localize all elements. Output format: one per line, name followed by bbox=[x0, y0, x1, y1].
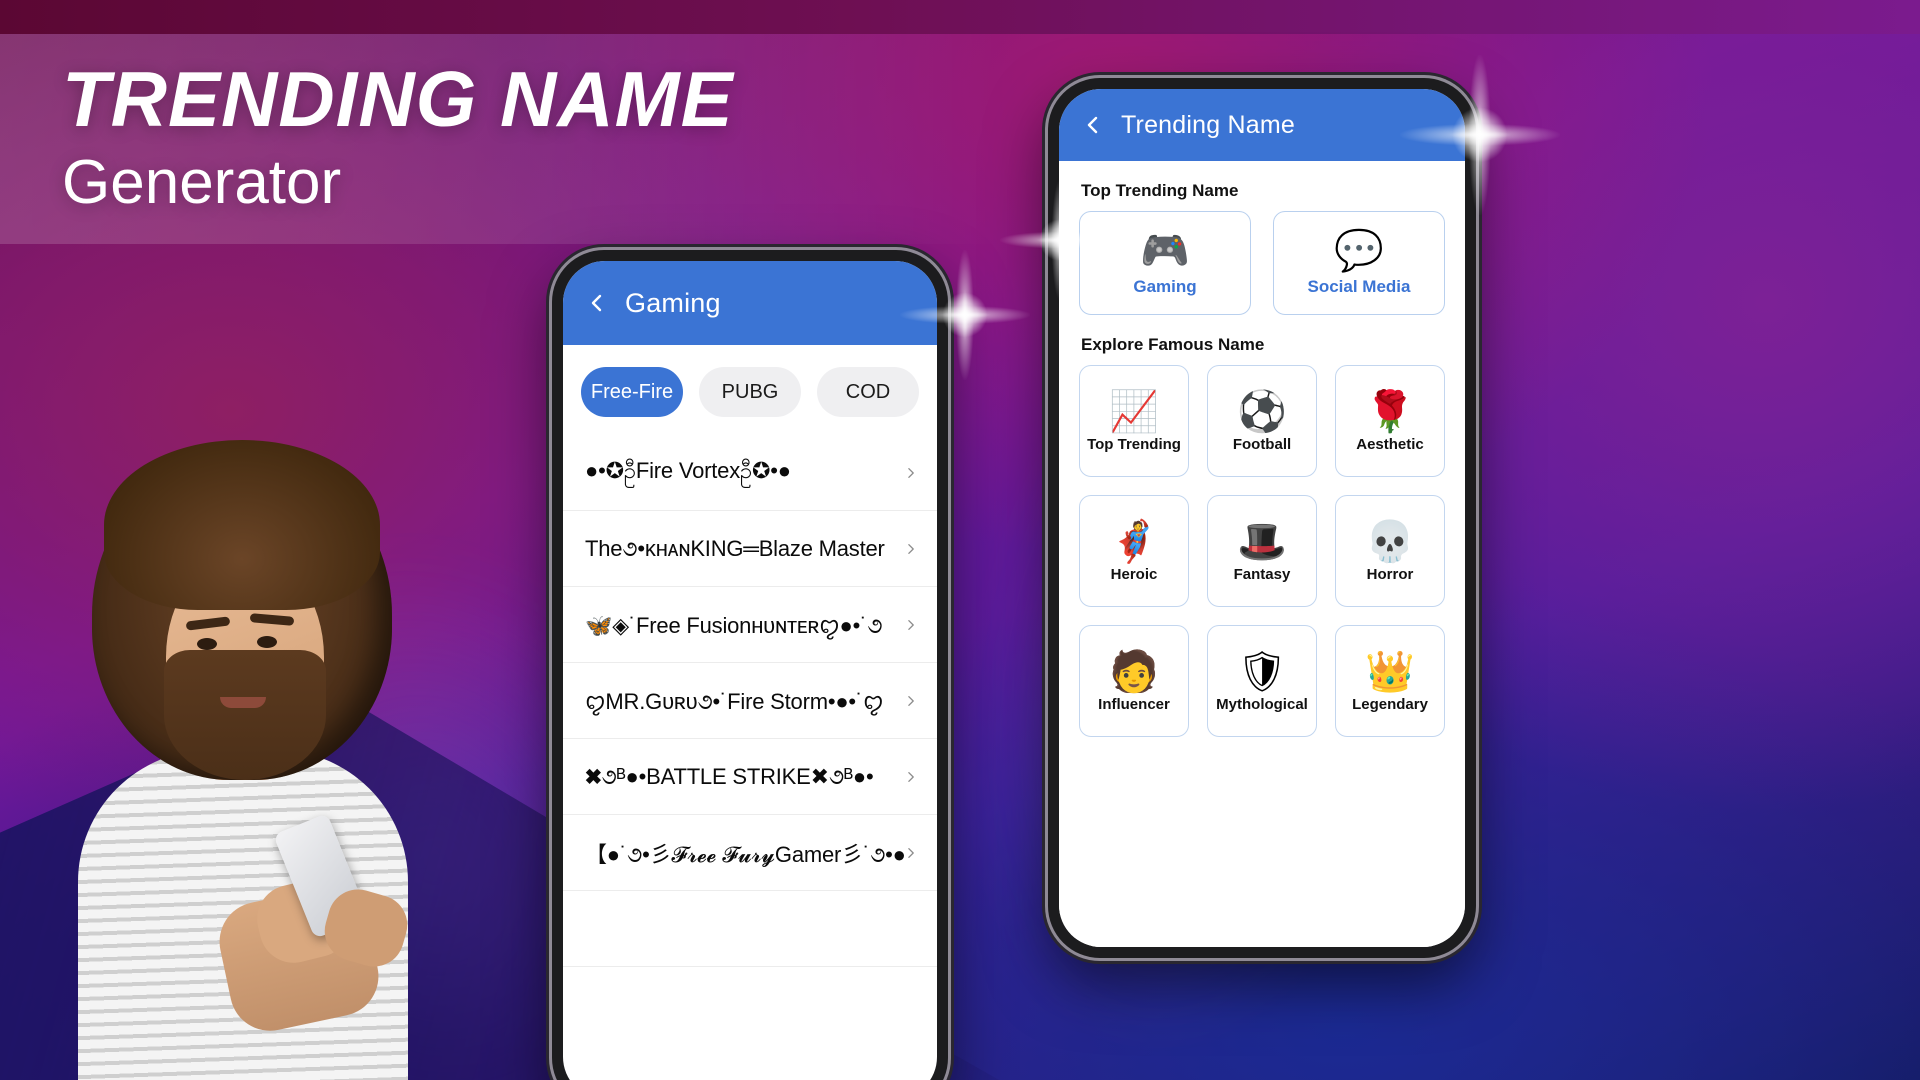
phone-screen-left: Gaming Free-Fire PUBG COD ●•✪ဦFire Vorte… bbox=[563, 261, 937, 1080]
phone-screen-right: Trending Name Top Trending Name 🎮 Gaming… bbox=[1059, 89, 1465, 947]
chevron-right-icon[interactable] bbox=[904, 462, 917, 484]
top-trending-section-title: Top Trending Name bbox=[1081, 181, 1239, 200]
top-card-label: Social Media bbox=[1307, 277, 1411, 296]
game-controller-icon: 🎮 bbox=[1140, 229, 1190, 273]
explore-card-football[interactable]: ⚽ Football bbox=[1207, 365, 1317, 477]
generated-name-list: ●•✪ဦFire Vortexဦ✪•● The૭•ᴋʜᴀɴKING═Blaze … bbox=[563, 435, 937, 967]
explore-card-fantasy[interactable]: 🎩 Fantasy bbox=[1207, 495, 1317, 607]
headline-line-2: Generator bbox=[62, 148, 342, 217]
gaming-page-title: Gaming bbox=[625, 287, 721, 318]
influencer-icon: 🧑 bbox=[1109, 649, 1159, 694]
explore-card-label: Legendary bbox=[1352, 695, 1428, 713]
person-hair-front bbox=[104, 440, 380, 610]
list-item[interactable]: ꨄMR.Gᴜʀᴜ૭•˙Fire Storm•●•˙ꨄ bbox=[563, 663, 937, 739]
top-accent-bar bbox=[0, 0, 1920, 34]
person-eye-left bbox=[197, 638, 217, 650]
phone-mockup-trending: Trending Name Top Trending Name 🎮 Gaming… bbox=[1048, 78, 1476, 958]
trending-chart-icon: 📈 bbox=[1109, 389, 1159, 434]
explore-card-influencer[interactable]: 🧑 Influencer bbox=[1079, 625, 1189, 737]
chevron-left-icon[interactable] bbox=[1081, 113, 1105, 137]
explore-card-top-trending[interactable]: 📈 Top Trending bbox=[1079, 365, 1189, 477]
chevron-right-icon[interactable] bbox=[904, 918, 917, 940]
name-text: ●•✪ဦFire Vortexဦ✪•● bbox=[585, 458, 791, 483]
trending-app-header: Trending Name bbox=[1059, 89, 1465, 161]
phone-mockup-gaming: Gaming Free-Fire PUBG COD ●•✪ဦFire Vorte… bbox=[552, 250, 948, 1080]
explore-section-title: Explore Famous Name bbox=[1081, 335, 1265, 354]
explore-card-legendary[interactable]: 👑 Legendary bbox=[1335, 625, 1445, 737]
name-text: The૭•ᴋʜᴀɴKING═Blaze Master bbox=[585, 535, 885, 561]
explore-card-horror[interactable]: 💀 Horror bbox=[1335, 495, 1445, 607]
gaming-app-header: Gaming bbox=[563, 261, 937, 345]
explore-card-label: Heroic bbox=[1110, 565, 1158, 583]
trending-content: Top Trending Name 🎮 Gaming 💬 Social Medi… bbox=[1059, 161, 1465, 947]
top-card-label: Gaming bbox=[1133, 277, 1197, 296]
list-item[interactable]: The૭•ᴋʜᴀɴKING═Blaze Master bbox=[563, 511, 937, 587]
explore-card-label: Influencer bbox=[1098, 695, 1170, 713]
explore-card-mythological[interactable]: 🛡 Mythological bbox=[1207, 625, 1317, 737]
soccer-ball-icon: ⚽ bbox=[1237, 389, 1287, 434]
chevron-left-icon[interactable] bbox=[585, 291, 609, 315]
list-item[interactable]: ●•✪ဦFire Vortexဦ✪•● bbox=[563, 435, 937, 511]
social-chat-icon: 💬 bbox=[1334, 229, 1384, 273]
explore-card-label: Horror bbox=[1366, 565, 1414, 583]
chevron-right-icon[interactable] bbox=[904, 690, 917, 712]
explore-famous-grid: 📈 Top Trending ⚽ Football 🌹 Aesthetic 🦸 … bbox=[1079, 365, 1445, 737]
explore-card-aesthetic[interactable]: 🌹 Aesthetic bbox=[1335, 365, 1445, 477]
trending-page-title: Trending Name bbox=[1121, 110, 1295, 139]
name-text: 🦋◈˙Free Fusionʜᴜɴᴛᴇʀꨄ●•˙૭ bbox=[585, 613, 883, 638]
chevron-right-icon[interactable] bbox=[904, 538, 917, 560]
game-tab-bar: Free-Fire PUBG COD bbox=[563, 345, 937, 435]
list-item[interactable]: ✖૭ᴮ●•BATTLE STRIKE✖૭ᴮ●• bbox=[563, 739, 937, 815]
chevron-right-icon[interactable] bbox=[904, 614, 917, 636]
explore-card-heroic[interactable]: 🦸 Heroic bbox=[1079, 495, 1189, 607]
tab-free-fire[interactable]: Free-Fire bbox=[581, 367, 683, 417]
explore-card-label: Aesthetic bbox=[1356, 435, 1424, 453]
top-card-gaming[interactable]: 🎮 Gaming bbox=[1079, 211, 1251, 315]
promo-headline: TRENDING NAME Generator bbox=[62, 60, 734, 214]
person-eye-right bbox=[257, 636, 277, 648]
person-mouth bbox=[220, 697, 266, 708]
explore-card-label: Top Trending bbox=[1087, 435, 1181, 453]
explore-card-label: Football bbox=[1232, 435, 1292, 453]
list-item[interactable] bbox=[563, 891, 937, 967]
person-photo bbox=[44, 400, 444, 1080]
superhero-icon: 🦸 bbox=[1109, 519, 1159, 564]
list-item[interactable]: 【●˙૭•彡𝓕𝓻𝓮𝓮 𝓕𝓾𝓻𝔂Gamer彡˙૭•●】 bbox=[563, 815, 937, 891]
name-text: ꨄMR.Gᴜʀᴜ૭•˙Fire Storm•●•˙ꨄ bbox=[585, 689, 884, 714]
person-beard bbox=[164, 650, 326, 780]
tab-pubg[interactable]: PUBG bbox=[699, 367, 801, 417]
warrior-helmet-icon: 🛡 bbox=[1236, 649, 1288, 694]
top-card-social-media[interactable]: 💬 Social Media bbox=[1273, 211, 1445, 315]
chevron-right-icon[interactable] bbox=[904, 842, 917, 864]
tab-cod[interactable]: COD bbox=[817, 367, 919, 417]
list-item[interactable]: 🦋◈˙Free Fusionʜᴜɴᴛᴇʀꨄ●•˙૭ bbox=[563, 587, 937, 663]
rose-icon: 🌹 bbox=[1365, 389, 1415, 434]
chevron-right-icon[interactable] bbox=[904, 766, 917, 788]
name-text: ✖૭ᴮ●•BATTLE STRIKE✖૭ᴮ●• bbox=[585, 763, 874, 789]
top-trending-cards: 🎮 Gaming 💬 Social Media bbox=[1079, 211, 1445, 315]
headline-line-1: TRENDING NAME bbox=[62, 55, 734, 143]
explore-card-label: Fantasy bbox=[1233, 565, 1291, 583]
wizard-hat-icon: 🎩 bbox=[1237, 519, 1287, 564]
grim-reaper-icon: 💀 bbox=[1365, 519, 1415, 564]
name-text: 【●˙૭•彡𝓕𝓻𝓮𝓮 𝓕𝓾𝓻𝔂Gamer彡˙૭•●】 bbox=[585, 841, 904, 867]
explore-card-label: Mythological bbox=[1216, 695, 1308, 713]
king-crown-icon: 👑 bbox=[1365, 649, 1415, 694]
